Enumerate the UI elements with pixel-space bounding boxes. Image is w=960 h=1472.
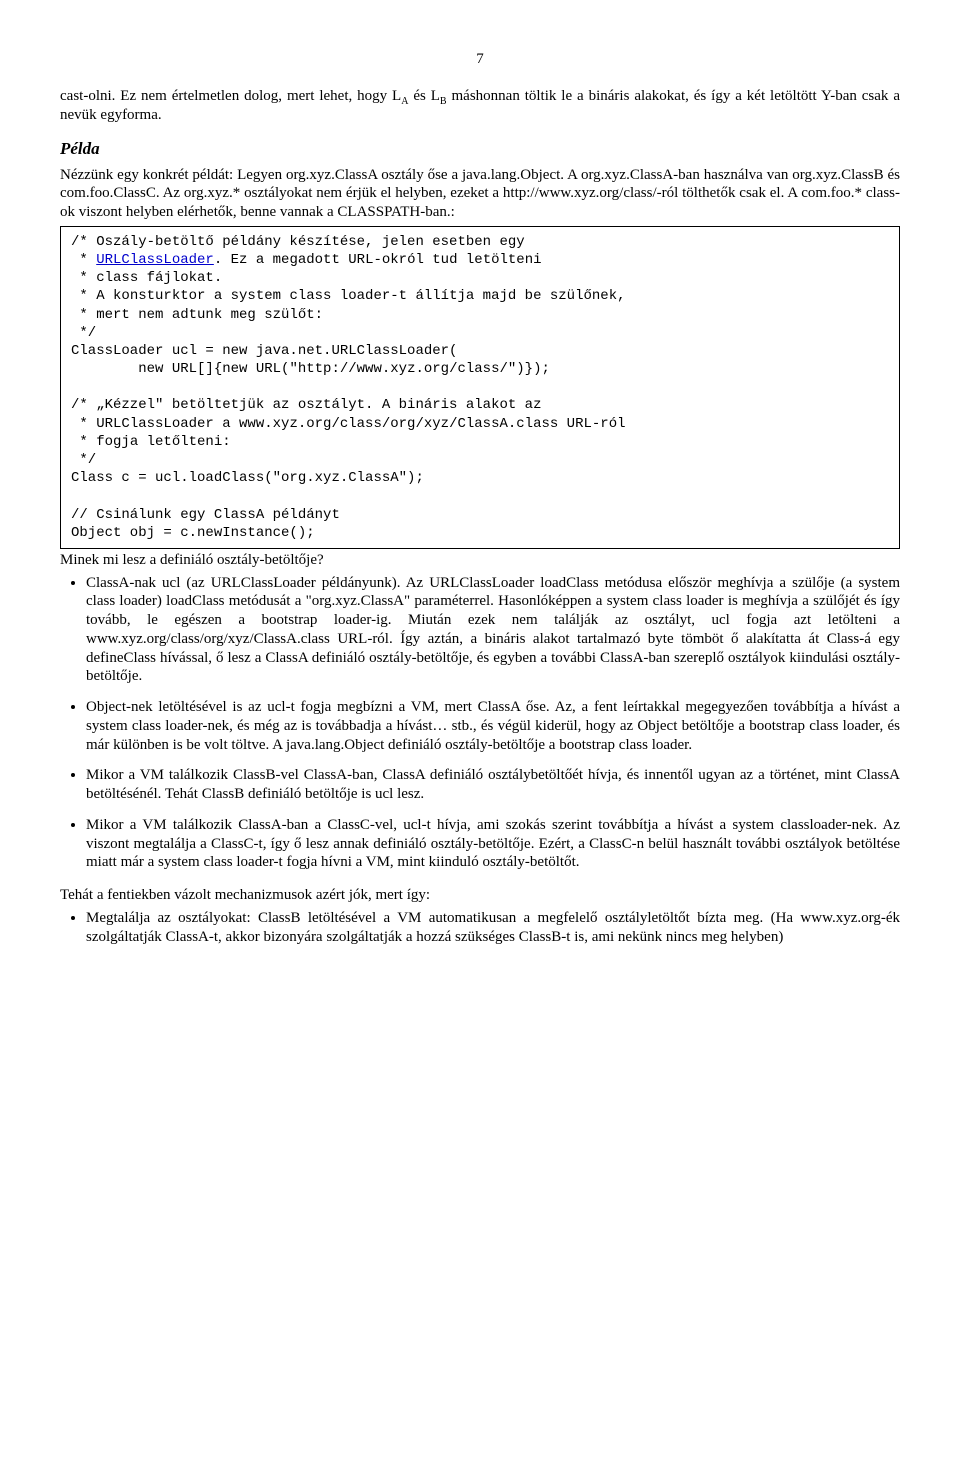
paragraph-tehat: Tehát a fentiekben vázolt mechanizmusok … (60, 886, 900, 905)
code-rest: . Ez a megadott URL-okról tud letölteni … (71, 252, 626, 541)
code-block: /* Oszály-betöltő példány készítése, jel… (60, 226, 900, 549)
text-frag-b: és L (408, 88, 439, 104)
bullet-list-1: ClassA-nak ucl (az URLClassLoader példán… (60, 574, 900, 873)
bullet-list-2: Megtalálja az osztályokat: ClassB letölt… (60, 909, 900, 947)
paragraph-minek: Minek mi lesz a definiáló osztály-betölt… (60, 551, 900, 570)
paragraph-castolni: cast-olni. Ez nem értelmetlen dolog, mer… (60, 87, 900, 125)
heading-pelda: Példa (60, 138, 900, 159)
code-link-urlclassloader[interactable]: URLClassLoader (96, 252, 214, 268)
list-item: Mikor a VM találkozik ClassB-vel ClassA-… (86, 766, 900, 804)
page-number: 7 (60, 50, 900, 69)
subscript-b: B (440, 96, 447, 107)
paragraph-nezzunk: Nézzünk egy konkrét példát: Legyen org.x… (60, 166, 900, 222)
text-frag-a: cast-olni. Ez nem értelmetlen dolog, mer… (60, 88, 401, 104)
list-item: Mikor a VM találkozik ClassA-ban a Class… (86, 816, 900, 872)
list-item: Megtalálja az osztályokat: ClassB letölt… (86, 909, 900, 947)
list-item: ClassA-nak ucl (az URLClassLoader példán… (86, 574, 900, 687)
list-item: Object-nek letöltésével is az ucl-t fogj… (86, 698, 900, 754)
